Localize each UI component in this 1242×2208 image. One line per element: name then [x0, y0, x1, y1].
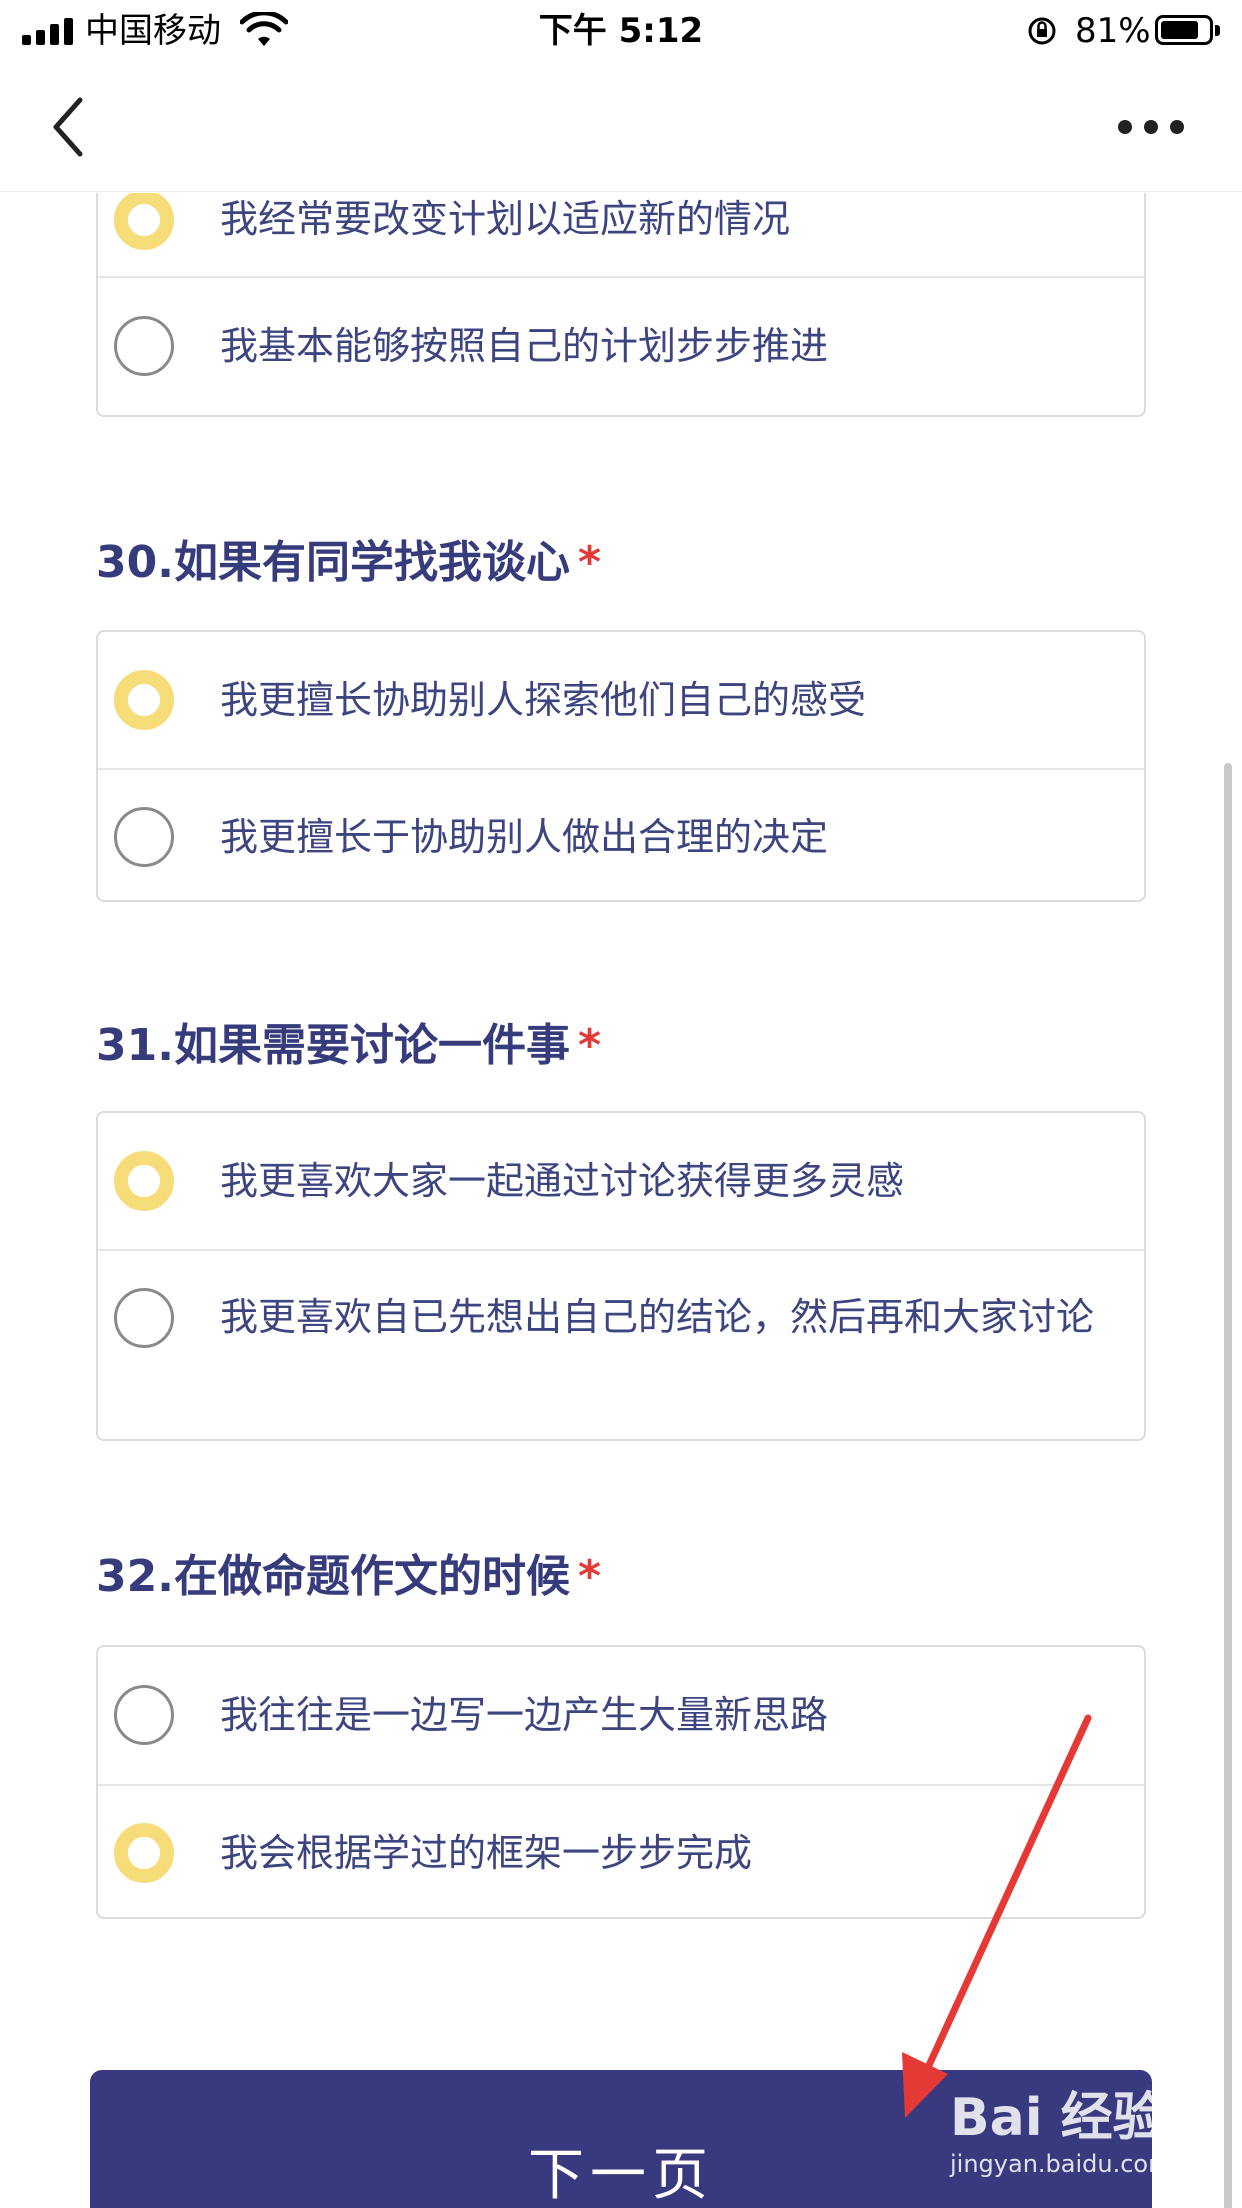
radio-selected-icon[interactable]	[114, 670, 174, 730]
option-label: 我更喜欢自已先想出自己的结论，然后再和大家讨论	[220, 1295, 1095, 1339]
option-group: 我更擅长协助别人探索他们自己的感受 我更擅长于协助别人做出合理的决定	[96, 630, 1146, 902]
radio-unselected-icon[interactable]	[114, 807, 174, 867]
watermark-url: jingyan.baidu.com	[950, 2150, 1172, 2178]
radio-unselected-icon[interactable]	[114, 316, 174, 376]
rotation-lock-icon	[1028, 17, 1056, 45]
radio-selected-icon[interactable]	[114, 1823, 174, 1883]
option-item[interactable]: 我更喜欢大家一起通过讨论获得更多灵感	[98, 1113, 1144, 1249]
radio-selected-icon[interactable]	[114, 193, 174, 250]
radio-selected-icon[interactable]	[114, 1151, 174, 1211]
screen: 中国移动 下午 5:12 81% 我经常要改变计划以适应新的情况 我基本能够按照…	[0, 0, 1242, 2208]
battery-icon	[1155, 15, 1213, 45]
option-group: 我往往是一边写一边产生大量新思路 我会根据学过的框架一步步完成	[96, 1645, 1146, 1919]
battery-percent: 81%	[1075, 11, 1151, 51]
question-title: 32.在做命题作文的时候 *	[96, 1551, 601, 1602]
option-label: 我会根据学过的框架一步步完成	[220, 1831, 753, 1875]
baidu-watermark: Bai 经验 jingyan.baidu.com	[950, 2075, 1171, 2178]
more-dots-icon[interactable]	[1118, 114, 1184, 140]
required-mark: *	[577, 1551, 601, 1602]
survey-content: 我经常要改变计划以适应新的情况 我基本能够按照自己的计划步步推进 30.如果有同…	[0, 193, 1242, 2208]
option-group: 我经常要改变计划以适应新的情况 我基本能够按照自己的计划步步推进	[96, 193, 1146, 417]
option-item[interactable]: 我更喜欢自已先想出自己的结论，然后再和大家讨论	[98, 1249, 1144, 1439]
option-group: 我更喜欢大家一起通过讨论获得更多灵感 我更喜欢自已先想出自己的结论，然后再和大家…	[96, 1111, 1146, 1441]
battery-tip	[1215, 25, 1220, 36]
status-bar: 中国移动 下午 5:12 81%	[0, 0, 1242, 62]
option-label: 我经常要改变计划以适应新的情况	[220, 197, 791, 241]
option-item[interactable]: 我基本能够按照自己的计划步步推进	[98, 276, 1144, 415]
option-label: 我更擅长协助别人探索他们自己的感受	[220, 678, 867, 722]
question-title: 31.如果需要讨论一件事 *	[96, 1020, 601, 1071]
option-label: 我更擅长于协助别人做出合理的决定	[220, 815, 829, 859]
radio-unselected-icon[interactable]	[114, 1685, 174, 1745]
option-label: 我往往是一边写一边产生大量新思路	[220, 1693, 829, 1737]
option-item[interactable]: 我经常要改变计划以适应新的情况	[98, 193, 1144, 276]
radio-unselected-icon[interactable]	[114, 1288, 174, 1348]
option-item[interactable]: 我会根据学过的框架一步步完成	[98, 1784, 1144, 1917]
required-mark: *	[577, 1020, 601, 1071]
option-label: 我基本能够按照自己的计划步步推进	[220, 324, 829, 368]
option-item[interactable]: 我更擅长协助别人探索他们自己的感受	[98, 632, 1144, 768]
option-label: 我更喜欢大家一起通过讨论获得更多灵感	[220, 1159, 905, 1203]
chevron-left-icon[interactable]	[44, 94, 94, 160]
option-item[interactable]: 我更擅长于协助别人做出合理的决定	[98, 768, 1144, 900]
scrollbar[interactable]	[1224, 763, 1232, 2208]
nav-bar	[0, 62, 1242, 192]
required-mark: *	[577, 537, 601, 588]
next-page-label: 下一页	[528, 2143, 714, 2208]
option-item[interactable]: 我往往是一边写一边产生大量新思路	[98, 1647, 1144, 1784]
question-title: 30.如果有同学找我谈心 *	[96, 537, 601, 588]
watermark-logo: Bai 经验	[950, 2088, 1165, 2148]
